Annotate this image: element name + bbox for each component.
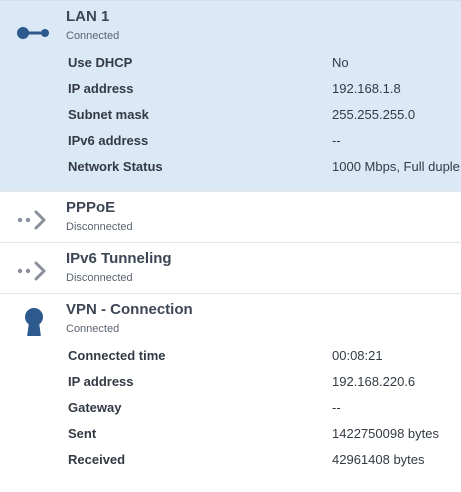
- detail-row-ipv6: IPv6 address --: [0, 129, 461, 155]
- detail-value: 42961408 bytes: [332, 452, 425, 467]
- detail-row-subnet: Subnet mask 255.255.255.0: [0, 103, 461, 129]
- interface-header: PPPoE Disconnected: [0, 192, 461, 242]
- dotted-arrow-icon: [14, 255, 54, 285]
- interface-status: Disconnected: [66, 221, 133, 233]
- ethernet-plug-icon: [14, 13, 54, 43]
- interface-item-ipv6-tunneling[interactable]: IPv6 Tunneling Disconnected: [0, 242, 461, 293]
- detail-value: No: [332, 55, 349, 70]
- interface-details: Use DHCP No IP address 192.168.1.8 Subne…: [0, 51, 461, 191]
- detail-row-ip: IP address 192.168.1.8: [0, 77, 461, 103]
- network-interface-list: LAN 1 Connected Use DHCP No IP address 1…: [0, 0, 461, 492]
- interface-header: VPN - Connection Connected: [0, 294, 461, 344]
- detail-label: Connected time: [68, 348, 166, 363]
- detail-label: Gateway: [68, 400, 122, 415]
- interface-title: LAN 1: [66, 8, 110, 25]
- interface-title: PPPoE: [66, 199, 116, 216]
- detail-row-received: Received 42961408 bytes: [0, 448, 461, 474]
- detail-label: Subnet mask: [68, 107, 149, 122]
- detail-value: 192.168.1.8: [332, 81, 401, 96]
- detail-row-network-status: Network Status 1000 Mbps, Full duple: [0, 155, 461, 181]
- detail-label: IPv6 address: [68, 133, 149, 148]
- detail-row-sent: Sent 1422750098 bytes: [0, 422, 461, 448]
- detail-value: 1422750098 bytes: [332, 426, 439, 441]
- interface-status: Connected: [66, 323, 120, 335]
- detail-row-ip: IP address 192.168.220.6: [0, 370, 461, 396]
- interface-title: VPN - Connection: [66, 301, 193, 318]
- detail-row-connected-time: Connected time 00:08:21: [0, 344, 461, 370]
- detail-row-gateway: Gateway --: [0, 396, 461, 422]
- detail-value: 192.168.220.6: [332, 374, 416, 389]
- detail-value: --: [332, 133, 341, 148]
- interface-details: Connected time 00:08:21 IP address 192.1…: [0, 344, 461, 478]
- interface-status: Connected: [66, 30, 120, 42]
- detail-value: 00:08:21: [332, 348, 383, 363]
- detail-value: 1000 Mbps, Full duple: [332, 159, 460, 174]
- interface-item-vpn[interactable]: VPN - Connection Connected Connected tim…: [0, 293, 461, 478]
- interface-status: Disconnected: [66, 272, 133, 284]
- detail-label: Use DHCP: [68, 55, 133, 70]
- detail-label: IP address: [68, 81, 134, 96]
- interface-header: LAN 1 Connected: [0, 1, 461, 51]
- detail-label: Received: [68, 452, 126, 467]
- dotted-arrow-icon: [14, 204, 54, 234]
- interface-item-pppoe[interactable]: PPPoE Disconnected: [0, 191, 461, 242]
- detail-label: Network Status: [68, 159, 163, 174]
- interface-title: IPv6 Tunneling: [66, 250, 172, 267]
- detail-label: Sent: [68, 426, 97, 441]
- interface-item-lan1[interactable]: LAN 1 Connected Use DHCP No IP address 1…: [0, 0, 461, 191]
- keyhole-icon: [14, 306, 54, 337]
- detail-row-dhcp: Use DHCP No: [0, 51, 461, 77]
- detail-value: --: [332, 400, 341, 415]
- detail-value: 255.255.255.0: [332, 107, 416, 122]
- detail-label: IP address: [68, 374, 134, 389]
- interface-header: IPv6 Tunneling Disconnected: [0, 243, 461, 293]
